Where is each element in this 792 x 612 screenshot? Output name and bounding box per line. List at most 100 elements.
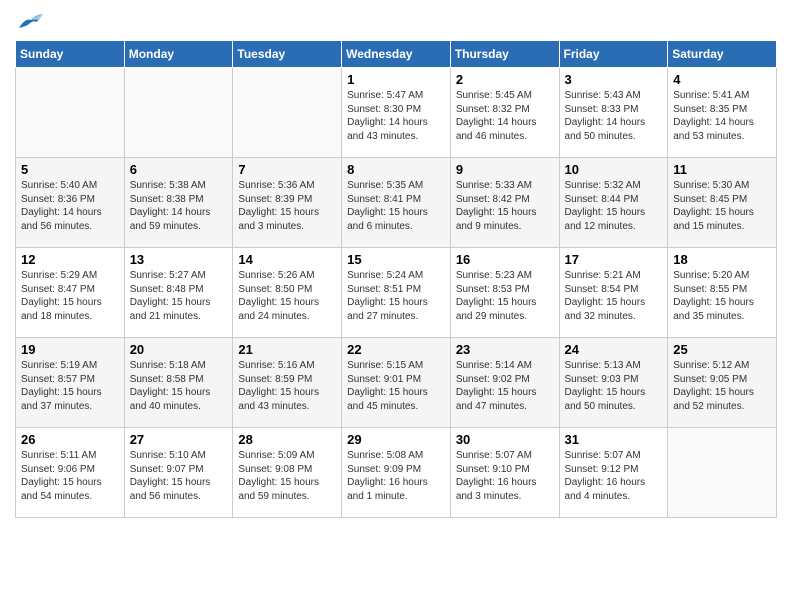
day-header-monday: Monday: [124, 41, 233, 68]
day-number: 4: [673, 72, 771, 87]
calendar-cell: 4 Sunrise: 5:41 AM Sunset: 8:35 PM Daylig…: [668, 68, 777, 158]
calendar-week-row: 26 Sunrise: 5:11 AM Sunset: 9:06 PM Dayli…: [16, 428, 777, 518]
calendar-cell: 2 Sunrise: 5:45 AM Sunset: 8:32 PM Daylig…: [450, 68, 559, 158]
day-number: 10: [565, 162, 663, 177]
day-header-tuesday: Tuesday: [233, 41, 342, 68]
calendar-body: 1Sunrise: 5:47 AM Sunset: 8:30 PM Daylig…: [16, 68, 777, 518]
day-info: Sunrise: 5:30 AM Sunset: 8:45 PM Dayligh…: [673, 179, 771, 233]
calendar-cell: 15 Sunrise: 5:24 AM Sunset: 8:51 PM Dayli…: [342, 248, 451, 338]
day-info: Sunrise: 5:45 AM Sunset: 8:32 PM Dayligh…: [456, 89, 554, 143]
calendar-week-row: 5 Sunrise: 5:40 AM Sunset: 8:36 PM Daylig…: [16, 158, 777, 248]
day-header-friday: Friday: [559, 41, 668, 68]
day-header-sunday: Sunday: [16, 41, 125, 68]
calendar-cell: 30 Sunrise: 5:07 AM Sunset: 9:10 PM Dayli…: [450, 428, 559, 518]
calendar-cell: 9 Sunrise: 5:33 AM Sunset: 8:42 PM Daylig…: [450, 158, 559, 248]
calendar-cell: 25 Sunrise: 5:12 AM Sunset: 9:05 PM Dayli…: [668, 338, 777, 428]
day-number: 27: [130, 432, 228, 447]
calendar-week-row: 1Sunrise: 5:47 AM Sunset: 8:30 PM Daylig…: [16, 68, 777, 158]
header-row: SundayMondayTuesdayWednesdayThursdayFrid…: [16, 41, 777, 68]
day-info: Sunrise: 5:12 AM Sunset: 9:05 PM Dayligh…: [673, 359, 771, 413]
calendar-cell: 12 Sunrise: 5:29 AM Sunset: 8:47 PM Dayli…: [16, 248, 125, 338]
day-number: 13: [130, 252, 228, 267]
day-number: 19: [21, 342, 119, 357]
logo-bird-icon: [17, 10, 45, 32]
day-info: Sunrise: 5:36 AM Sunset: 8:39 PM Dayligh…: [238, 179, 336, 233]
day-number: 12: [21, 252, 119, 267]
calendar-week-row: 19Sunrise: 5:19 AM Sunset: 8:57 PM Dayli…: [16, 338, 777, 428]
calendar-cell: 23Sunrise: 5:14 AM Sunset: 9:02 PM Dayli…: [450, 338, 559, 428]
day-number: 6: [130, 162, 228, 177]
day-number: 8: [347, 162, 445, 177]
day-info: Sunrise: 5:18 AM Sunset: 8:58 PM Dayligh…: [130, 359, 228, 413]
calendar-cell: [668, 428, 777, 518]
calendar-cell: 8Sunrise: 5:35 AM Sunset: 8:41 PM Daylig…: [342, 158, 451, 248]
day-number: 15: [347, 252, 445, 267]
day-info: Sunrise: 5:27 AM Sunset: 8:48 PM Dayligh…: [130, 269, 228, 323]
calendar-cell: [16, 68, 125, 158]
day-number: 7: [238, 162, 336, 177]
day-header-wednesday: Wednesday: [342, 41, 451, 68]
day-info: Sunrise: 5:14 AM Sunset: 9:02 PM Dayligh…: [456, 359, 554, 413]
calendar-cell: 27Sunrise: 5:10 AM Sunset: 9:07 PM Dayli…: [124, 428, 233, 518]
calendar-header: SundayMondayTuesdayWednesdayThursdayFrid…: [16, 41, 777, 68]
day-info: Sunrise: 5:47 AM Sunset: 8:30 PM Dayligh…: [347, 89, 445, 143]
day-info: Sunrise: 5:11 AM Sunset: 9:06 PM Dayligh…: [21, 449, 119, 503]
day-number: 25: [673, 342, 771, 357]
calendar-cell: 11 Sunrise: 5:30 AM Sunset: 8:45 PM Dayli…: [668, 158, 777, 248]
day-info: Sunrise: 5:33 AM Sunset: 8:42 PM Dayligh…: [456, 179, 554, 233]
calendar-cell: 22Sunrise: 5:15 AM Sunset: 9:01 PM Dayli…: [342, 338, 451, 428]
day-info: Sunrise: 5:20 AM Sunset: 8:55 PM Dayligh…: [673, 269, 771, 323]
day-info: Sunrise: 5:08 AM Sunset: 9:09 PM Dayligh…: [347, 449, 445, 503]
day-info: Sunrise: 5:26 AM Sunset: 8:50 PM Dayligh…: [238, 269, 336, 323]
day-info: Sunrise: 5:07 AM Sunset: 9:10 PM Dayligh…: [456, 449, 554, 503]
day-info: Sunrise: 5:09 AM Sunset: 9:08 PM Dayligh…: [238, 449, 336, 503]
day-info: Sunrise: 5:40 AM Sunset: 8:36 PM Dayligh…: [21, 179, 119, 233]
day-number: 28: [238, 432, 336, 447]
calendar-cell: 31Sunrise: 5:07 AM Sunset: 9:12 PM Dayli…: [559, 428, 668, 518]
calendar-week-row: 12 Sunrise: 5:29 AM Sunset: 8:47 PM Dayli…: [16, 248, 777, 338]
day-number: 26: [21, 432, 119, 447]
day-info: Sunrise: 5:38 AM Sunset: 8:38 PM Dayligh…: [130, 179, 228, 233]
day-number: 17: [565, 252, 663, 267]
calendar-cell: 18 Sunrise: 5:20 AM Sunset: 8:55 PM Dayli…: [668, 248, 777, 338]
day-info: Sunrise: 5:29 AM Sunset: 8:47 PM Dayligh…: [21, 269, 119, 323]
calendar-table: SundayMondayTuesdayWednesdayThursdayFrid…: [15, 40, 777, 518]
day-number: 29: [347, 432, 445, 447]
calendar-cell: [124, 68, 233, 158]
calendar-cell: 20 Sunrise: 5:18 AM Sunset: 8:58 PM Dayli…: [124, 338, 233, 428]
calendar-cell: 1Sunrise: 5:47 AM Sunset: 8:30 PM Daylig…: [342, 68, 451, 158]
calendar-cell: 3 Sunrise: 5:43 AM Sunset: 8:33 PM Daylig…: [559, 68, 668, 158]
calendar-cell: 29 Sunrise: 5:08 AM Sunset: 9:09 PM Dayli…: [342, 428, 451, 518]
day-info: Sunrise: 5:13 AM Sunset: 9:03 PM Dayligh…: [565, 359, 663, 413]
day-header-saturday: Saturday: [668, 41, 777, 68]
calendar-cell: 16 Sunrise: 5:23 AM Sunset: 8:53 PM Dayli…: [450, 248, 559, 338]
calendar-cell: 19Sunrise: 5:19 AM Sunset: 8:57 PM Dayli…: [16, 338, 125, 428]
day-header-thursday: Thursday: [450, 41, 559, 68]
day-number: 20: [130, 342, 228, 357]
day-number: 5: [21, 162, 119, 177]
calendar-cell: 28 Sunrise: 5:09 AM Sunset: 9:08 PM Dayli…: [233, 428, 342, 518]
day-info: Sunrise: 5:24 AM Sunset: 8:51 PM Dayligh…: [347, 269, 445, 323]
day-info: Sunrise: 5:43 AM Sunset: 8:33 PM Dayligh…: [565, 89, 663, 143]
calendar-cell: 6 Sunrise: 5:38 AM Sunset: 8:38 PM Daylig…: [124, 158, 233, 248]
calendar-cell: 26 Sunrise: 5:11 AM Sunset: 9:06 PM Dayli…: [16, 428, 125, 518]
calendar-cell: [233, 68, 342, 158]
page-header: [15, 10, 777, 32]
day-number: 11: [673, 162, 771, 177]
logo: [15, 10, 45, 32]
day-info: Sunrise: 5:16 AM Sunset: 8:59 PM Dayligh…: [238, 359, 336, 413]
day-number: 9: [456, 162, 554, 177]
day-number: 18: [673, 252, 771, 267]
day-number: 30: [456, 432, 554, 447]
calendar-cell: 24 Sunrise: 5:13 AM Sunset: 9:03 PM Dayli…: [559, 338, 668, 428]
day-number: 24: [565, 342, 663, 357]
calendar-cell: 17 Sunrise: 5:21 AM Sunset: 8:54 PM Dayli…: [559, 248, 668, 338]
day-number: 21: [238, 342, 336, 357]
day-number: 3: [565, 72, 663, 87]
day-info: Sunrise: 5:21 AM Sunset: 8:54 PM Dayligh…: [565, 269, 663, 323]
calendar-cell: 21 Sunrise: 5:16 AM Sunset: 8:59 PM Dayli…: [233, 338, 342, 428]
day-info: Sunrise: 5:23 AM Sunset: 8:53 PM Dayligh…: [456, 269, 554, 323]
day-number: 2: [456, 72, 554, 87]
day-info: Sunrise: 5:41 AM Sunset: 8:35 PM Dayligh…: [673, 89, 771, 143]
day-number: 16: [456, 252, 554, 267]
